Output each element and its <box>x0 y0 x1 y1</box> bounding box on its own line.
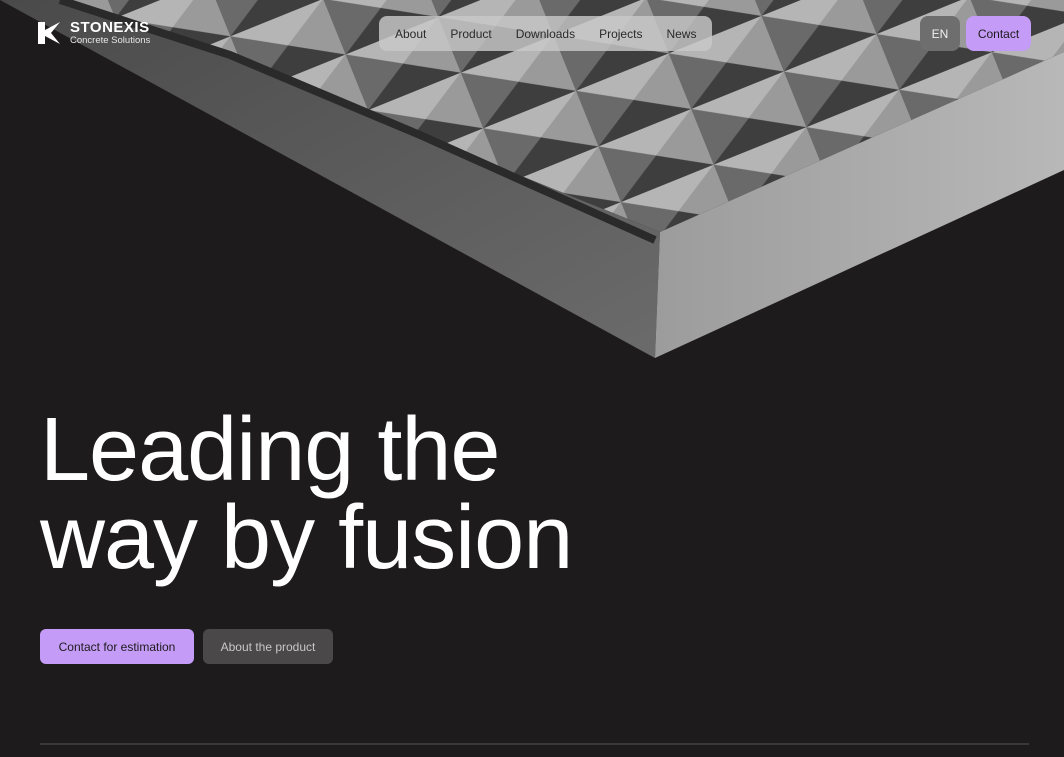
contact-estimation-button[interactable]: Contact for estimation <box>40 629 194 664</box>
nav-item-product[interactable]: Product <box>438 27 503 41</box>
nav-item-about[interactable]: About <box>383 27 438 41</box>
hero-headline-line2: way by fusion <box>40 488 573 588</box>
about-product-button[interactable]: About the product <box>203 629 333 664</box>
brand-tagline: Concrete Solutions <box>70 35 151 46</box>
brand-logo[interactable]: STONEXIS Concrete Solutions <box>38 20 150 46</box>
section-divider <box>40 743 1029 745</box>
contact-button[interactable]: Contact <box>966 16 1031 51</box>
nav-item-news[interactable]: News <box>654 27 708 41</box>
language-button[interactable]: EN <box>920 16 960 51</box>
nav-item-downloads[interactable]: Downloads <box>504 27 587 41</box>
logo-mark-icon <box>38 21 60 44</box>
nav-item-projects[interactable]: Projects <box>587 27 654 41</box>
brand-name: STONEXIS <box>70 19 150 36</box>
main-nav: About Product Downloads Projects News <box>379 16 713 51</box>
hero-headline-line1: Leading the <box>40 400 500 500</box>
concrete-panel-image <box>0 0 1064 358</box>
hero-headline: Leading the way by fusion <box>40 400 573 588</box>
